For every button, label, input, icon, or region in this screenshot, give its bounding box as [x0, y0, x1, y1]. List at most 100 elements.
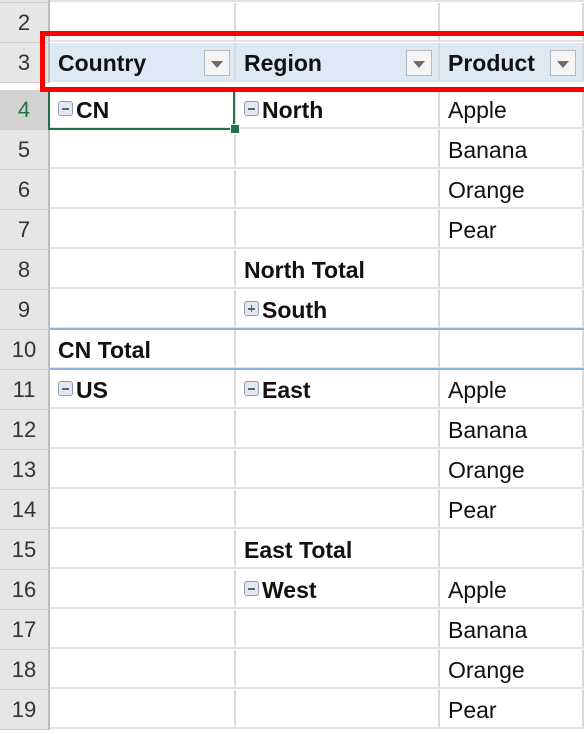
cell-text: Banana: [448, 417, 528, 443]
country-cell[interactable]: [50, 490, 236, 529]
region-cell[interactable]: [236, 650, 440, 689]
row-header[interactable]: 7: [0, 210, 50, 250]
sheet-row: 10 CN Total: [0, 330, 584, 370]
cell-text: Pear: [448, 697, 497, 723]
country-cell[interactable]: [50, 450, 236, 489]
cell[interactable]: [50, 0, 236, 2]
country-cell[interactable]: [50, 170, 236, 209]
product-cell[interactable]: [440, 250, 584, 289]
region-cell[interactable]: South: [236, 290, 440, 329]
country-cell[interactable]: [50, 290, 236, 329]
row-header[interactable]: 12: [0, 410, 50, 450]
cell-text: Pear: [448, 217, 497, 243]
product-cell[interactable]: Apple: [440, 90, 584, 129]
country-cell[interactable]: [50, 130, 236, 169]
product-cell[interactable]: Banana: [440, 130, 584, 169]
country-cell[interactable]: [50, 610, 236, 649]
sheet-row: 16 West Apple: [0, 570, 584, 610]
cell-text: Apple: [448, 377, 507, 403]
cell-text: North: [262, 97, 324, 123]
sheet-row: 17 Banana: [0, 610, 584, 650]
cell-text: East: [262, 377, 311, 403]
row-header[interactable]: 5: [0, 130, 50, 170]
cell-text: Orange: [448, 457, 525, 483]
region-cell[interactable]: [236, 130, 440, 169]
cell-text: Apple: [448, 577, 507, 603]
sheet-row: 18 Orange: [0, 650, 584, 690]
region-cell[interactable]: [236, 490, 440, 529]
cell-text: East Total: [244, 537, 353, 563]
sheet-row: 19 Pear: [0, 690, 584, 730]
product-cell[interactable]: Pear: [440, 690, 584, 729]
cell[interactable]: [440, 0, 584, 2]
row-header[interactable]: 18: [0, 650, 50, 690]
sheet-row: 13 Orange: [0, 450, 584, 490]
sheet-row: 5 Banana: [0, 130, 584, 170]
product-cell[interactable]: Banana: [440, 610, 584, 649]
product-cell[interactable]: Pear: [440, 210, 584, 249]
row-header[interactable]: 19: [0, 690, 50, 730]
sheet-row: 9 South: [0, 290, 584, 330]
product-cell[interactable]: Apple: [440, 570, 584, 609]
collapse-icon[interactable]: [244, 381, 259, 397]
cell-text: Apple: [448, 97, 507, 123]
country-cell[interactable]: [50, 250, 236, 289]
cell-text: Pear: [448, 497, 497, 523]
fill-handle[interactable]: [230, 124, 240, 134]
row-header[interactable]: 17: [0, 610, 50, 650]
product-cell[interactable]: [440, 530, 584, 569]
product-cell[interactable]: Orange: [440, 450, 584, 489]
row-header[interactable]: 15: [0, 530, 50, 570]
country-cell[interactable]: CN Total: [50, 330, 236, 369]
region-cell[interactable]: West: [236, 570, 440, 609]
cell-text: Banana: [448, 137, 528, 163]
region-cell[interactable]: [236, 610, 440, 649]
row-header[interactable]: 10: [0, 330, 50, 370]
country-cell[interactable]: [50, 210, 236, 249]
product-cell[interactable]: Pear: [440, 490, 584, 529]
cell-text: Orange: [448, 177, 525, 203]
cell-text: West: [262, 577, 317, 603]
country-cell[interactable]: US: [50, 370, 236, 409]
region-cell[interactable]: North: [236, 90, 440, 129]
product-cell[interactable]: [440, 330, 584, 369]
region-cell[interactable]: [236, 330, 440, 369]
sheet-row: 7 Pear: [0, 210, 584, 250]
country-cell[interactable]: [50, 690, 236, 729]
product-cell[interactable]: Orange: [440, 170, 584, 209]
region-cell[interactable]: [236, 410, 440, 449]
product-cell[interactable]: [440, 290, 584, 329]
collapse-icon[interactable]: [58, 381, 73, 397]
product-cell[interactable]: Orange: [440, 650, 584, 689]
row-header[interactable]: 14: [0, 490, 50, 530]
row-header[interactable]: 11: [0, 370, 50, 410]
region-cell[interactable]: [236, 170, 440, 209]
row-header[interactable]: 4: [0, 90, 50, 130]
country-cell[interactable]: [50, 410, 236, 449]
region-cell[interactable]: East: [236, 370, 440, 409]
cell-text: Orange: [448, 657, 525, 683]
cell-text: US: [76, 377, 108, 403]
country-cell[interactable]: [50, 530, 236, 569]
region-cell[interactable]: [236, 450, 440, 489]
subtotal-separator: [50, 328, 584, 330]
sheet-row: 15 East Total: [0, 530, 584, 570]
product-cell[interactable]: Banana: [440, 410, 584, 449]
row-header[interactable]: 6: [0, 170, 50, 210]
region-cell[interactable]: [236, 210, 440, 249]
region-cell[interactable]: North Total: [236, 250, 440, 289]
row-header[interactable]: 16: [0, 570, 50, 610]
country-cell[interactable]: [50, 570, 236, 609]
country-cell[interactable]: [50, 650, 236, 689]
region-cell[interactable]: [236, 690, 440, 729]
product-cell[interactable]: Apple: [440, 370, 584, 409]
expand-icon[interactable]: [244, 301, 259, 317]
sheet-row: 8 North Total: [0, 250, 584, 290]
row-header[interactable]: 8: [0, 250, 50, 290]
collapse-icon[interactable]: [244, 101, 259, 117]
row-header[interactable]: 13: [0, 450, 50, 490]
collapse-icon[interactable]: [244, 581, 259, 597]
cell[interactable]: [236, 0, 440, 2]
row-header[interactable]: 9: [0, 290, 50, 330]
region-cell[interactable]: East Total: [236, 530, 440, 569]
